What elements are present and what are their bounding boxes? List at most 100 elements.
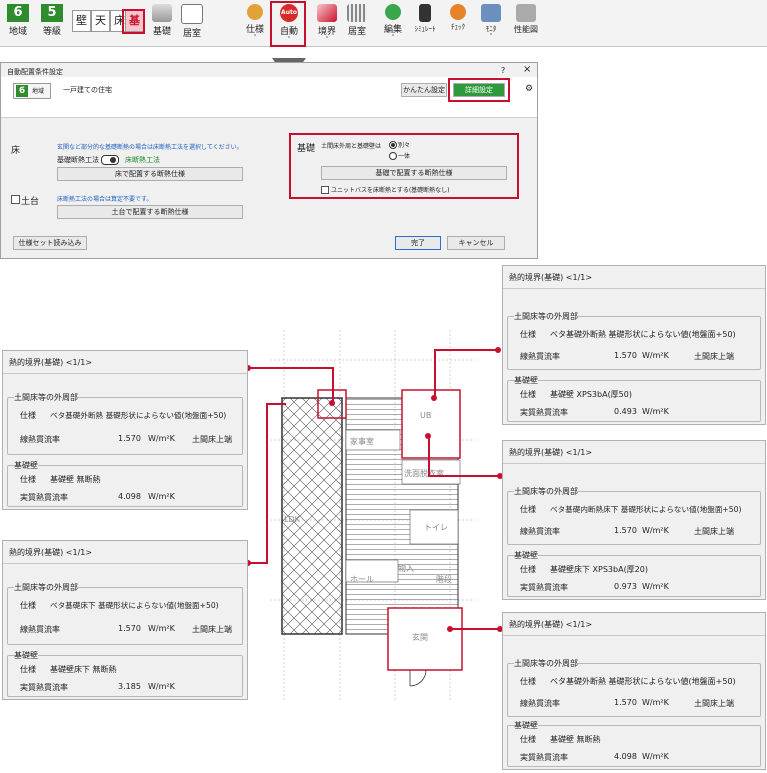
region-badge: 6 地域 bbox=[13, 83, 51, 99]
plan-room-utility: 家事室 bbox=[350, 436, 374, 446]
floor-spec-button[interactable]: 床で配置する断熱仕様 bbox=[57, 167, 243, 181]
dialog-title: 自動配置条件設定 bbox=[7, 68, 63, 76]
cancel-button[interactable]: キャンセル bbox=[447, 236, 505, 250]
house-type: 一戸建ての住宅 bbox=[63, 86, 112, 94]
auto-placement-dialog: 自動配置条件設定 ? × 6 地域 一戸建ての住宅 かんたん設定 詳細設定 ⚙ … bbox=[0, 62, 538, 259]
perimeter-group: 土間床等の外周部 仕様 ベタ基礎内断熱床下 基礎形状によらない値(地盤面+50)… bbox=[507, 486, 761, 545]
ok-button[interactable]: 完了 bbox=[395, 236, 441, 250]
wall-spec: 基礎壁 無断熱 bbox=[550, 735, 601, 744]
plan-room-ldk: LDK bbox=[284, 515, 301, 524]
plan-room-stairs: 階段 bbox=[436, 574, 452, 584]
perimeter-spec: ベタ基礎外断熱 基礎形状によらない値(地盤面+50) bbox=[50, 411, 227, 420]
panel-title: 熱的境界(基礎) <1/1> bbox=[509, 273, 593, 282]
perimeter-group: 土間床等の外周部 仕様 ベタ基礎外断熱 基礎形状によらない値(地盤面+50) 線… bbox=[7, 392, 243, 455]
perimeter-spec: ベタ基礎床下 基礎形状によらない値(地盤面+50) bbox=[50, 601, 219, 610]
main-toolbar: 6 地域 5 等級 壁 天 床 基 基礎 居室 仕様 ˅ Auto 自動 ˅ 境… bbox=[0, 0, 767, 47]
chevron-down-icon: ˅ bbox=[391, 34, 395, 42]
spec-button[interactable]: 仕様 ˅ bbox=[240, 2, 270, 44]
boundary-panel-ub: 熱的境界(基礎) <1/1> 土間床等の外周部 仕様 ベタ基礎外断熱 基礎形状に… bbox=[502, 265, 766, 425]
region-badge-number: 6 bbox=[16, 85, 28, 97]
check-label: ﾁｪｯｸ bbox=[451, 23, 465, 31]
room-button[interactable]: 居室 bbox=[343, 2, 371, 44]
wall-spec: 基礎壁床下 XPS3bA(厚20) bbox=[550, 565, 648, 574]
boundary-panel-entrance: 熱的境界(基礎) <1/1> 土間床等の外周部 仕様 ベタ基礎外断熱 基礎形状に… bbox=[502, 612, 766, 770]
load-spec-set-button[interactable]: 仕様セット読み込み bbox=[13, 236, 87, 250]
foundation-wall-group: 基礎壁 仕様 基礎壁床下 無断熱 実質熱貫流率 3.185 W/m²K bbox=[7, 650, 243, 697]
toggle-knob bbox=[110, 157, 116, 163]
room-grid-icon bbox=[181, 4, 203, 24]
close-icon[interactable]: × bbox=[523, 64, 531, 75]
connector-dot bbox=[447, 626, 453, 632]
chevron-down-icon: ˅ bbox=[489, 33, 493, 41]
perimeter-spec: ベタ基礎外断熱 基礎形状によらない値(地盤面+50) bbox=[550, 677, 736, 686]
insulation-method-value: 床断熱工法 bbox=[125, 156, 160, 164]
region-button-label: 地域 bbox=[8, 27, 27, 37]
perimeter-group: 土間床等の外周部 仕様 ベタ基礎床下 基礎形状によらない値(地盤面+50) 線熱… bbox=[7, 582, 243, 645]
connector-line bbox=[248, 562, 268, 564]
floor-section-label: 床 bbox=[11, 146, 21, 156]
gear-icon[interactable]: ⚙ bbox=[525, 84, 533, 94]
wall-spec: 基礎壁床下 無断熱 bbox=[50, 665, 117, 674]
boundary-panel-ldk: 熱的境界(基礎) <1/1> 土間床等の外周部 仕様 ベタ基礎床下 基礎形状によ… bbox=[2, 540, 248, 700]
room-icon bbox=[347, 4, 367, 22]
floor-plan: UB 家事室 洗面脱衣室 トイレ 物入 ホール 階段 玄関 LDK bbox=[270, 330, 475, 700]
connector-line bbox=[266, 403, 268, 564]
connector-line bbox=[450, 628, 500, 630]
integrated-label: 一体 bbox=[398, 153, 411, 160]
floor-note: 玄関など部分的な基礎断熱の場合は床断熱工法を選択してください。 bbox=[57, 144, 243, 151]
boundary-panel-laundry: 熱的境界(基礎) <1/1> 土間床等の外周部 仕様 ベタ基礎外断熱 基礎形状に… bbox=[2, 350, 248, 510]
edit-button[interactable]: 編集 ˅ bbox=[379, 2, 407, 44]
region-badge-label: 地域 bbox=[32, 88, 45, 95]
chevron-down-icon: ˅ bbox=[325, 36, 329, 44]
check-icon bbox=[450, 4, 466, 20]
foundation-icon bbox=[152, 4, 172, 22]
auto-highlight bbox=[270, 1, 306, 47]
dodai-spec-button[interactable]: 土台で配置する断熱仕様 bbox=[57, 205, 243, 219]
connector-line bbox=[434, 349, 436, 397]
spec-icon bbox=[247, 4, 263, 20]
monitor-label: ﾓﾆﾀ bbox=[485, 25, 497, 33]
kiso-question: 土間床外周と基礎壁は bbox=[321, 143, 382, 150]
foundation-highlight bbox=[122, 9, 145, 34]
foundation-wall-group: 基礎壁 仕様 基礎壁床下 XPS3bA(厚20) 実質熱貫流率 0.973 W/… bbox=[507, 550, 761, 597]
unit-bath-checkbox[interactable] bbox=[321, 186, 329, 194]
boundary-icon bbox=[317, 4, 337, 22]
simple-settings-button[interactable]: かんたん設定 bbox=[401, 83, 447, 97]
panel-title: 熱的境界(基礎) <1/1> bbox=[509, 448, 593, 457]
separate-label: 別々 bbox=[398, 142, 411, 149]
help-icon[interactable]: ? bbox=[501, 66, 505, 75]
plan-room-ub: UB bbox=[420, 411, 431, 420]
panel-title: 熱的境界(基礎) <1/1> bbox=[509, 620, 593, 629]
room-tool-button[interactable]: 居室 bbox=[178, 2, 206, 44]
panel-title: 熱的境界(基礎) <1/1> bbox=[9, 358, 93, 367]
connector-dot bbox=[425, 433, 431, 439]
monitor-button[interactable]: ﾓﾆﾀ ˅ bbox=[476, 2, 506, 44]
separate-radio[interactable] bbox=[389, 141, 397, 149]
perimeter-group: 土間床等の外周部 仕様 ベタ基礎外断熱 基礎形状によらない値(地盤面+50) 線… bbox=[507, 658, 761, 717]
check-button[interactable]: ﾁｪｯｸ bbox=[442, 2, 474, 44]
foundation-tool-button[interactable]: 基礎 bbox=[148, 2, 176, 44]
perimeter-group: 土間床等の外周部 仕様 ベタ基礎外断熱 基礎形状によらない値(地盤面+50) 線… bbox=[507, 311, 761, 370]
room-label: 居室 bbox=[347, 27, 366, 37]
foundation-wall-group: 基礎壁 仕様 基礎壁 無断熱 実質熱貫流率 4.098 W/m²K bbox=[507, 720, 761, 767]
chevron-down-icon: ˅ bbox=[253, 34, 257, 42]
foundation-tool-label: 基礎 bbox=[152, 27, 171, 37]
plan-room-entrance: 玄関 bbox=[412, 632, 428, 642]
dodai-checkbox[interactable] bbox=[11, 195, 20, 204]
boundary-panel-washroom: 熱的境界(基礎) <1/1> 土間床等の外周部 仕様 ベタ基礎内断熱床下 基礎形… bbox=[502, 440, 766, 600]
grade-button[interactable]: 5 等級 bbox=[37, 2, 67, 42]
ceiling-toggle[interactable]: 天 bbox=[91, 10, 110, 32]
boundary-button[interactable]: 境界 ˅ bbox=[313, 2, 341, 44]
connector-line bbox=[266, 403, 286, 405]
region-button[interactable]: 6 地域 bbox=[3, 2, 33, 42]
connector-line bbox=[434, 349, 498, 351]
performance-chart-button[interactable]: 性能図 bbox=[510, 2, 542, 44]
radio-dot bbox=[391, 143, 395, 147]
simulate-button[interactable]: ｼﾐｭﾚｰﾄ bbox=[409, 2, 441, 44]
foundation-method-label: 基礎断熱工法 bbox=[57, 156, 99, 164]
wall-spec: 基礎壁 無断熱 bbox=[50, 475, 101, 484]
wall-toggle[interactable]: 壁 bbox=[72, 10, 91, 32]
insulation-method-toggle[interactable] bbox=[101, 155, 119, 165]
kiso-spec-button[interactable]: 基礎で配置する断熱仕様 bbox=[321, 166, 507, 180]
integrated-radio[interactable] bbox=[389, 152, 397, 160]
